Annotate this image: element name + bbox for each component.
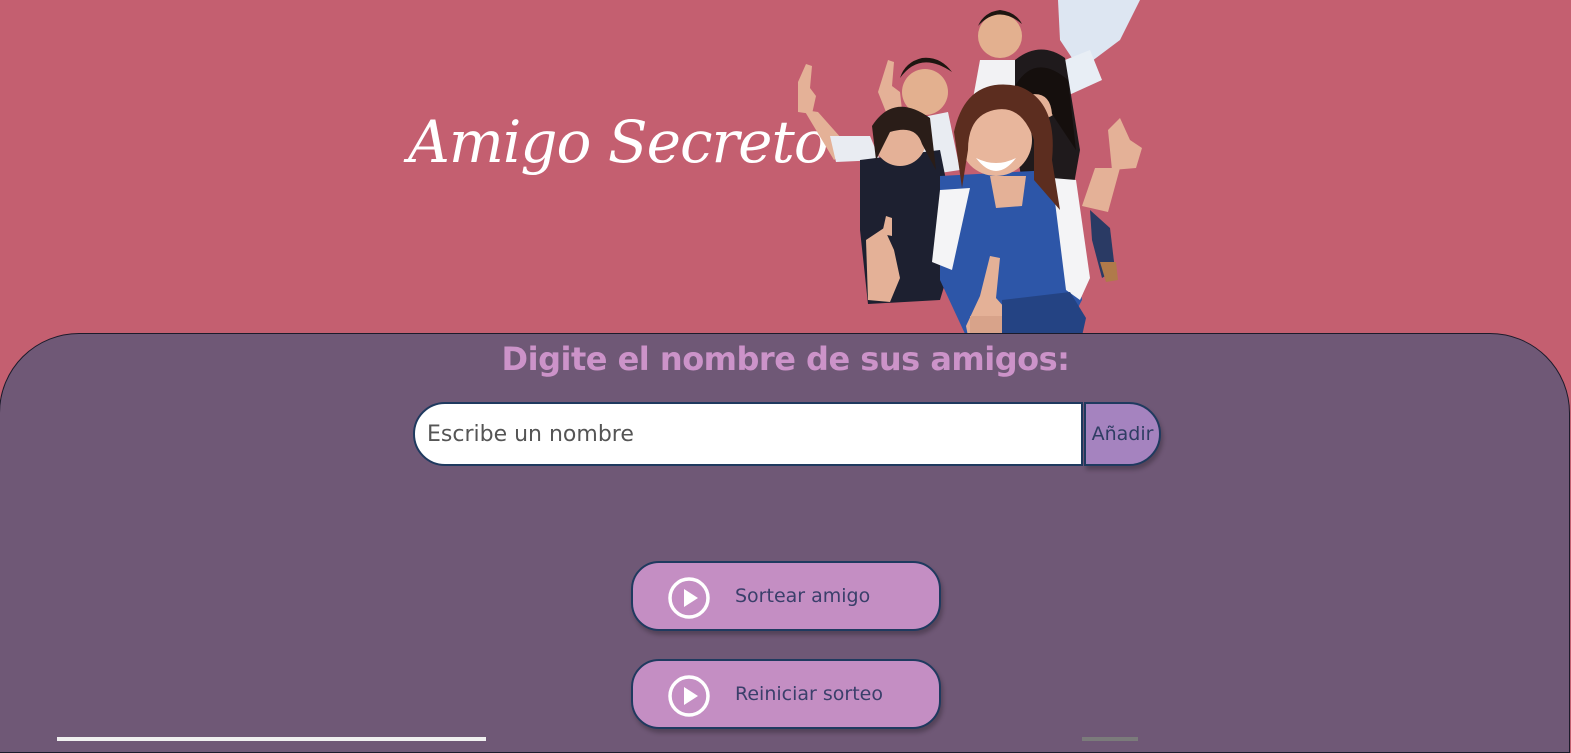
name-input-group: Añadir	[413, 402, 1161, 466]
draw-friend-button[interactable]: Sortear amigo	[631, 561, 941, 631]
page-title: Amigo Secreto	[408, 108, 829, 176]
name-input[interactable]	[413, 402, 1083, 466]
reset-draw-label: Reiniciar sorteo	[735, 683, 883, 705]
play-circle-icon	[668, 675, 710, 717]
header: Amigo Secreto	[0, 0, 1571, 360]
bottom-edge-bar	[57, 737, 486, 741]
section-title: Digite el nombre de sus amigos:	[501, 340, 1070, 378]
bottom-edge-mark	[1082, 737, 1138, 741]
hero-image	[798, 0, 1142, 336]
reset-draw-button[interactable]: Reiniciar sorteo	[631, 659, 941, 729]
add-button[interactable]: Añadir	[1084, 402, 1161, 466]
friends-list	[413, 478, 1161, 548]
draw-friend-label: Sortear amigo	[735, 585, 871, 607]
play-circle-icon	[668, 577, 710, 619]
